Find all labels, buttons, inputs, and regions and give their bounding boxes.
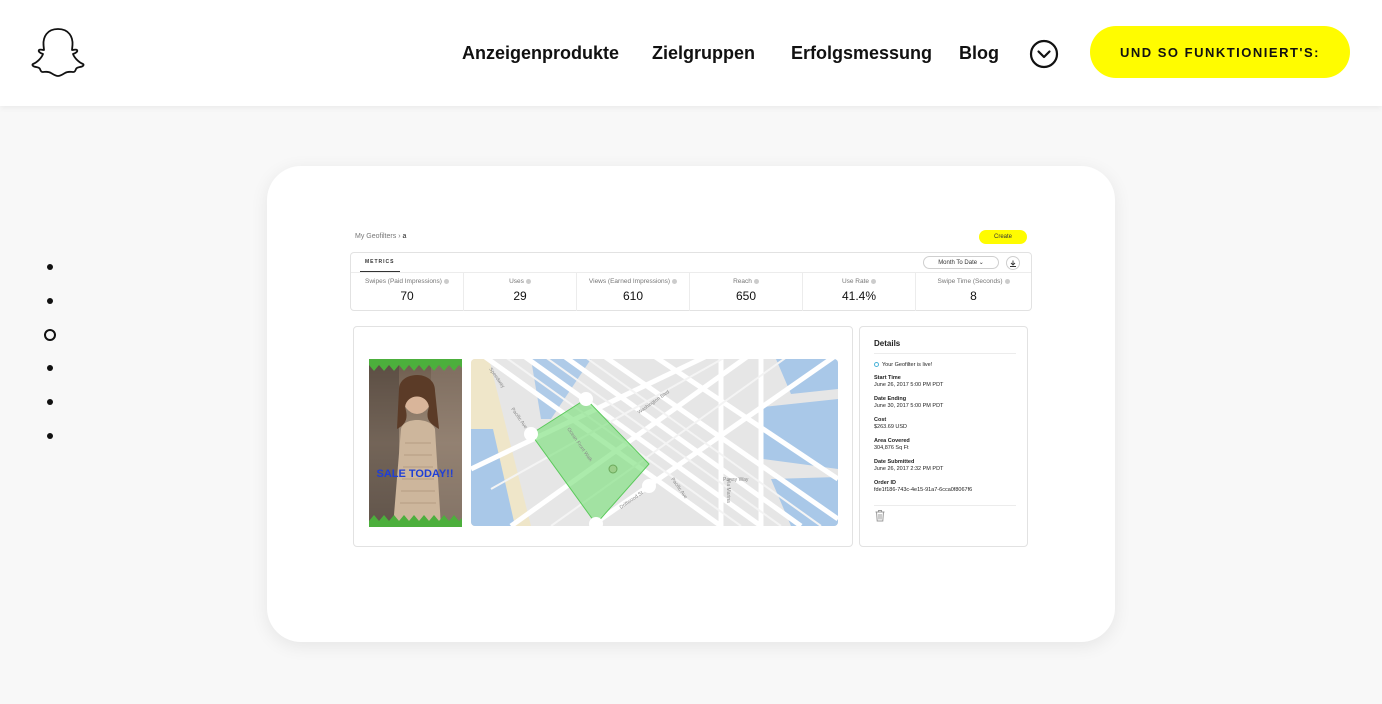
divider	[874, 353, 1016, 354]
detail-key: Cost	[874, 417, 887, 423]
detail-key: Date Ending	[874, 396, 907, 402]
info-icon[interactable]	[871, 278, 877, 284]
detail-key: Area Covered	[874, 438, 910, 444]
geofilter-caption: SALE TODAY!!	[376, 468, 453, 480]
slide-dot-2[interactable]	[47, 298, 53, 304]
info-icon[interactable]	[672, 278, 678, 284]
metric-views: Views (Earned Impressions) 610	[577, 273, 690, 311]
metric-label: Uses	[509, 278, 524, 285]
how-it-works-button[interactable]: UND SO FUNKTIONIERT'S:	[1090, 26, 1350, 78]
detail-date-submitted: Date Submitted June 26, 2017 2:32 PM PDT	[874, 459, 943, 473]
info-icon[interactable]	[1004, 278, 1010, 284]
metric-value: 41.4%	[841, 289, 877, 303]
nav-link-blog[interactable]: Blog	[959, 43, 999, 64]
detail-order-id: Order ID fde1f186-743c-4e15-91a7-6cca0f8…	[874, 480, 972, 494]
download-icon	[1010, 260, 1016, 267]
slide-dot-4[interactable]	[47, 365, 53, 371]
breadcrumb-current: a	[402, 233, 407, 240]
info-icon[interactable]	[753, 278, 759, 284]
dashboard-preview-card: My Geofilters › a Create METRICS Month T…	[267, 166, 1115, 642]
geofilter-details-panel: Details Your Geofilter is live! Start Ti…	[859, 326, 1028, 547]
nav-link-zielgruppen[interactable]: Zielgruppen	[652, 43, 755, 64]
slide-dot-3-active[interactable]	[44, 329, 56, 341]
detail-key: Order ID	[874, 480, 897, 486]
detail-key: Start Time	[874, 375, 901, 381]
chevron-down-icon: ⌄	[978, 260, 984, 266]
divider	[874, 505, 1016, 506]
metric-swipe-time: Swipe Time (Seconds) 8	[916, 273, 1031, 311]
slide-dot-1[interactable]	[47, 264, 53, 270]
breadcrumb-root[interactable]: My Geofilters	[355, 233, 396, 240]
create-button[interactable]: Create	[979, 230, 1027, 244]
detail-value: $263.69 USD	[874, 424, 908, 430]
slide-dot-6[interactable]	[47, 433, 53, 439]
metric-swipes: Swipes (Paid Impressions) 70	[351, 273, 464, 311]
slide-pagination	[42, 258, 62, 448]
detail-value: fde1f186-743c-4e15-91a7-6cca0f8067f6	[874, 487, 973, 493]
geofence-map[interactable]: Pacific Ave Via Marina Panay Way Washing…	[471, 359, 838, 526]
detail-value: 304,876 Sq Ft	[874, 445, 909, 451]
metric-value: 8	[970, 289, 977, 303]
detail-start-time: Start Time June 26, 2017 5:00 PM PDT	[874, 375, 943, 389]
metric-value: 70	[400, 289, 414, 303]
status-text: Your Geofilter is live!	[882, 362, 933, 368]
metric-use-rate: Use Rate 41.4%	[803, 273, 916, 311]
metric-value: 650	[735, 289, 757, 303]
metric-label: Reach	[733, 278, 752, 285]
site-header: Anzeigenprodukte Zielgruppen Erfolgsmess…	[0, 0, 1382, 106]
geofilter-image: SALE TODAY!!	[369, 359, 462, 527]
metric-reach: Reach 650	[690, 273, 803, 311]
metric-label: Swipe Time (Seconds)	[937, 278, 1003, 285]
detail-value: June 26, 2017 2:32 PM PDT	[874, 466, 944, 472]
download-button[interactable]	[1006, 256, 1020, 270]
detail-cost: Cost $263.69 USD	[874, 417, 907, 431]
tab-metrics[interactable]: METRICS	[365, 259, 395, 265]
slide-dot-5[interactable]	[47, 399, 53, 405]
info-icon[interactable]	[443, 278, 449, 284]
breadcrumb: My Geofilters › a	[355, 233, 406, 240]
details-title: Details	[874, 339, 901, 348]
metric-value: 610	[622, 289, 644, 303]
date-range-value: Month To Date	[938, 260, 978, 266]
metric-value: 29	[513, 289, 527, 303]
info-icon[interactable]	[525, 278, 531, 284]
detail-area-covered: Area Covered 304,876 Sq Ft	[874, 438, 910, 452]
nav-link-anzeigenprodukte[interactable]: Anzeigenprodukte	[462, 43, 619, 64]
chevron-down-circle-icon[interactable]	[1029, 39, 1059, 69]
metric-uses: Uses 29	[464, 273, 577, 311]
live-status: Your Geofilter is live!	[874, 362, 932, 368]
trash-icon[interactable]	[874, 509, 886, 522]
detail-value: June 30, 2017 5:00 PM PDT	[874, 403, 944, 409]
detail-date-ending: Date Ending June 30, 2017 5:00 PM PDT	[874, 396, 943, 410]
geofilter-preview-panel: SALE TODAY!! Pacific Ave Via Marina Pana…	[353, 326, 853, 547]
detail-value: June 26, 2017 5:00 PM PDT	[874, 382, 944, 388]
metric-label: Use Rate	[841, 278, 870, 285]
metric-label: Views (Earned Impressions)	[588, 278, 671, 285]
status-circle-icon	[874, 362, 879, 368]
breadcrumb-separator: ›	[398, 233, 401, 240]
nav-link-erfolgsmessung[interactable]: Erfolgsmessung	[791, 43, 932, 64]
map-label: Panay Way	[723, 477, 749, 483]
metric-label: Swipes (Paid Impressions)	[365, 278, 442, 285]
detail-key: Date Submitted	[874, 459, 915, 465]
date-range-select[interactable]: Month To Date ⌄	[923, 256, 999, 269]
metrics-panel: METRICS Month To Date ⌄ Swipes (Paid Imp…	[350, 252, 1032, 311]
